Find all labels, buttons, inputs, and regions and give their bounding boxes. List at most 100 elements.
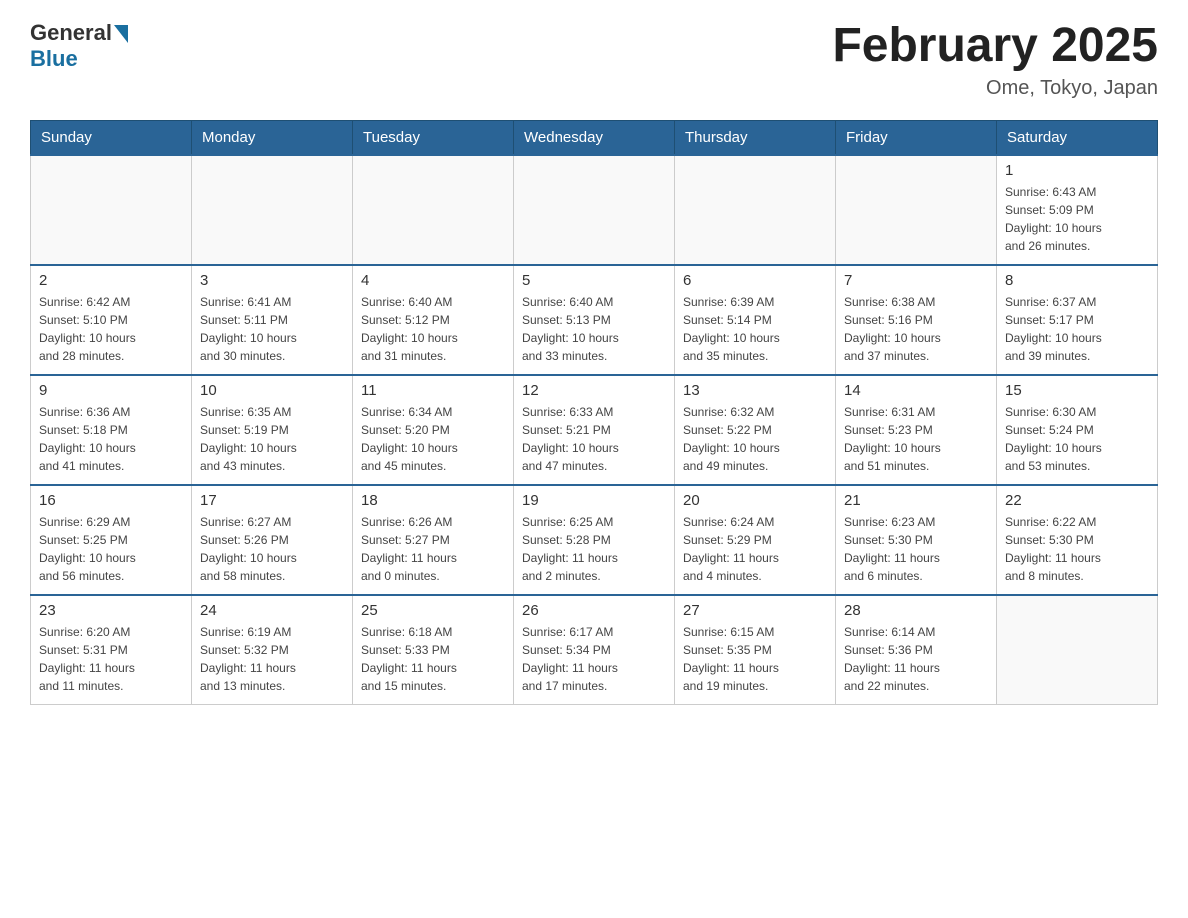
day-info: Sunrise: 6:19 AMSunset: 5:32 PMDaylight:… [200, 623, 344, 695]
day-info: Sunrise: 6:37 AMSunset: 5:17 PMDaylight:… [1005, 293, 1149, 365]
calendar-subtitle: Ome, Tokyo, Japan [832, 77, 1158, 100]
day-number: 13 [683, 382, 827, 399]
day-cell: 26 Sunrise: 6:17 AMSunset: 5:34 PMDayligh… [514, 595, 675, 705]
day-info: Sunrise: 6:18 AMSunset: 5:33 PMDaylight:… [361, 623, 505, 695]
page-header: General Blue February 2025 Ome, Tokyo, J… [30, 20, 1158, 100]
day-cell [997, 595, 1158, 705]
day-number: 10 [200, 382, 344, 399]
logo-blue-text: Blue [30, 46, 78, 72]
title-block: February 2025 Ome, Tokyo, Japan [832, 20, 1158, 100]
week-row-1: 2 Sunrise: 6:42 AMSunset: 5:10 PMDaylight… [31, 265, 1158, 375]
day-number: 8 [1005, 272, 1149, 289]
col-header-saturday: Saturday [997, 120, 1158, 155]
logo-arrow-icon [114, 25, 128, 43]
day-cell: 21 Sunrise: 6:23 AMSunset: 5:30 PMDayligh… [836, 485, 997, 595]
day-info: Sunrise: 6:41 AMSunset: 5:11 PMDaylight:… [200, 293, 344, 365]
day-number: 17 [200, 492, 344, 509]
day-info: Sunrise: 6:34 AMSunset: 5:20 PMDaylight:… [361, 403, 505, 475]
day-number: 7 [844, 272, 988, 289]
day-cell: 18 Sunrise: 6:26 AMSunset: 5:27 PMDayligh… [353, 485, 514, 595]
day-info: Sunrise: 6:26 AMSunset: 5:27 PMDaylight:… [361, 513, 505, 585]
col-header-monday: Monday [192, 120, 353, 155]
day-cell: 11 Sunrise: 6:34 AMSunset: 5:20 PMDayligh… [353, 375, 514, 485]
day-cell: 12Sunrise: 6:33 AMSunset: 5:21 PMDayligh… [514, 375, 675, 485]
col-header-wednesday: Wednesday [514, 120, 675, 155]
day-cell: 19 Sunrise: 6:25 AMSunset: 5:28 PMDayligh… [514, 485, 675, 595]
day-cell [192, 155, 353, 265]
day-number: 9 [39, 382, 183, 399]
day-info: Sunrise: 6:32 AMSunset: 5:22 PMDaylight:… [683, 403, 827, 475]
week-row-0: 1Sunrise: 6:43 AMSunset: 5:09 PMDaylight… [31, 155, 1158, 265]
day-cell: 7 Sunrise: 6:38 AMSunset: 5:16 PMDaylight… [836, 265, 997, 375]
day-info: Sunrise: 6:31 AMSunset: 5:23 PMDaylight:… [844, 403, 988, 475]
day-number: 19 [522, 492, 666, 509]
calendar-header-row: SundayMondayTuesdayWednesdayThursdayFrid… [31, 120, 1158, 155]
day-number: 3 [200, 272, 344, 289]
day-cell: 14 Sunrise: 6:31 AMSunset: 5:23 PMDayligh… [836, 375, 997, 485]
day-number: 18 [361, 492, 505, 509]
day-number: 27 [683, 602, 827, 619]
day-cell: 27 Sunrise: 6:15 AMSunset: 5:35 PMDayligh… [675, 595, 836, 705]
day-cell: 5 Sunrise: 6:40 AMSunset: 5:13 PMDaylight… [514, 265, 675, 375]
day-number: 25 [361, 602, 505, 619]
col-header-tuesday: Tuesday [353, 120, 514, 155]
day-cell: 6Sunrise: 6:39 AMSunset: 5:14 PMDaylight… [675, 265, 836, 375]
day-cell: 4 Sunrise: 6:40 AMSunset: 5:12 PMDaylight… [353, 265, 514, 375]
day-cell [514, 155, 675, 265]
col-header-thursday: Thursday [675, 120, 836, 155]
day-number: 5 [522, 272, 666, 289]
day-number: 4 [361, 272, 505, 289]
day-info: Sunrise: 6:20 AMSunset: 5:31 PMDaylight:… [39, 623, 183, 695]
day-cell [836, 155, 997, 265]
day-info: Sunrise: 6:15 AMSunset: 5:35 PMDaylight:… [683, 623, 827, 695]
day-number: 12 [522, 382, 666, 399]
day-info: Sunrise: 6:23 AMSunset: 5:30 PMDaylight:… [844, 513, 988, 585]
day-info: Sunrise: 6:40 AMSunset: 5:13 PMDaylight:… [522, 293, 666, 365]
day-number: 11 [361, 382, 505, 399]
day-number: 14 [844, 382, 988, 399]
day-number: 20 [683, 492, 827, 509]
week-row-3: 16 Sunrise: 6:29 AMSunset: 5:25 PMDayligh… [31, 485, 1158, 595]
day-cell: 10 Sunrise: 6:35 AMSunset: 5:19 PMDayligh… [192, 375, 353, 485]
day-number: 24 [200, 602, 344, 619]
day-cell: 1Sunrise: 6:43 AMSunset: 5:09 PMDaylight… [997, 155, 1158, 265]
day-cell: 16 Sunrise: 6:29 AMSunset: 5:25 PMDayligh… [31, 485, 192, 595]
col-header-friday: Friday [836, 120, 997, 155]
day-number: 23 [39, 602, 183, 619]
day-info: Sunrise: 6:35 AMSunset: 5:19 PMDaylight:… [200, 403, 344, 475]
day-info: Sunrise: 6:30 AMSunset: 5:24 PMDaylight:… [1005, 403, 1149, 475]
day-info: Sunrise: 6:29 AMSunset: 5:25 PMDaylight:… [39, 513, 183, 585]
day-number: 22 [1005, 492, 1149, 509]
day-cell: 15Sunrise: 6:30 AMSunset: 5:24 PMDayligh… [997, 375, 1158, 485]
calendar-title: February 2025 [832, 20, 1158, 73]
day-cell: 9 Sunrise: 6:36 AMSunset: 5:18 PMDaylight… [31, 375, 192, 485]
day-info: Sunrise: 6:36 AMSunset: 5:18 PMDaylight:… [39, 403, 183, 475]
day-info: Sunrise: 6:14 AMSunset: 5:36 PMDaylight:… [844, 623, 988, 695]
day-cell: 28Sunrise: 6:14 AMSunset: 5:36 PMDayligh… [836, 595, 997, 705]
day-info: Sunrise: 6:27 AMSunset: 5:26 PMDaylight:… [200, 513, 344, 585]
day-info: Sunrise: 6:40 AMSunset: 5:12 PMDaylight:… [361, 293, 505, 365]
day-number: 16 [39, 492, 183, 509]
calendar-table: SundayMondayTuesdayWednesdayThursdayFrid… [30, 120, 1158, 706]
logo-general-text: General [30, 20, 112, 46]
day-cell: 8 Sunrise: 6:37 AMSunset: 5:17 PMDaylight… [997, 265, 1158, 375]
day-info: Sunrise: 6:17 AMSunset: 5:34 PMDaylight:… [522, 623, 666, 695]
day-number: 21 [844, 492, 988, 509]
day-cell: 2 Sunrise: 6:42 AMSunset: 5:10 PMDaylight… [31, 265, 192, 375]
day-cell [675, 155, 836, 265]
day-info: Sunrise: 6:22 AMSunset: 5:30 PMDaylight:… [1005, 513, 1149, 585]
day-number: 26 [522, 602, 666, 619]
day-cell: 3 Sunrise: 6:41 AMSunset: 5:11 PMDaylight… [192, 265, 353, 375]
day-info: Sunrise: 6:43 AMSunset: 5:09 PMDaylight:… [1005, 183, 1149, 255]
day-info: Sunrise: 6:42 AMSunset: 5:10 PMDaylight:… [39, 293, 183, 365]
day-info: Sunrise: 6:39 AMSunset: 5:14 PMDaylight:… [683, 293, 827, 365]
day-cell [31, 155, 192, 265]
day-cell: 17 Sunrise: 6:27 AMSunset: 5:26 PMDayligh… [192, 485, 353, 595]
day-cell: 22 Sunrise: 6:22 AMSunset: 5:30 PMDayligh… [997, 485, 1158, 595]
day-info: Sunrise: 6:24 AMSunset: 5:29 PMDaylight:… [683, 513, 827, 585]
day-number: 2 [39, 272, 183, 289]
week-row-2: 9 Sunrise: 6:36 AMSunset: 5:18 PMDaylight… [31, 375, 1158, 485]
day-info: Sunrise: 6:25 AMSunset: 5:28 PMDaylight:… [522, 513, 666, 585]
col-header-sunday: Sunday [31, 120, 192, 155]
day-info: Sunrise: 6:38 AMSunset: 5:16 PMDaylight:… [844, 293, 988, 365]
